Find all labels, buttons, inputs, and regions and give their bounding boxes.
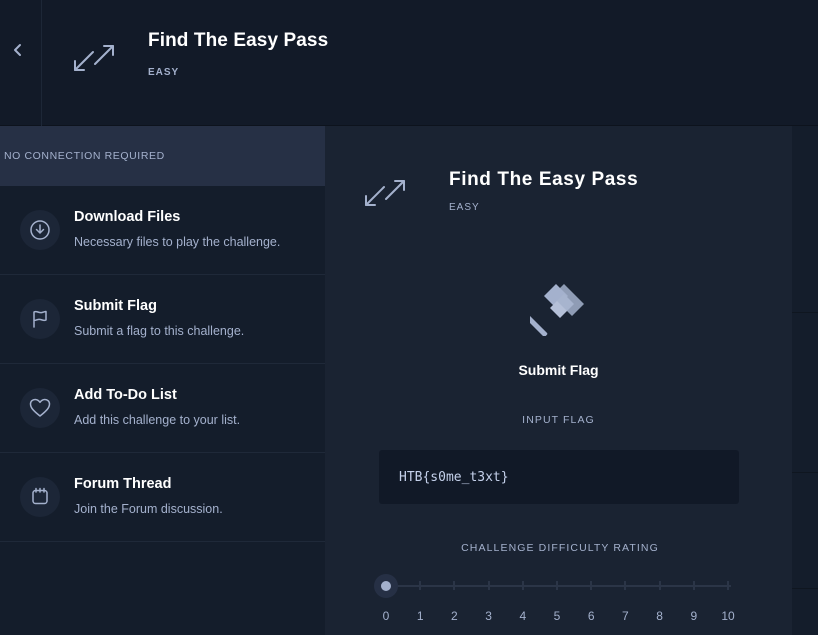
option-description: Join the Forum discussion. [74, 502, 223, 516]
difficulty-rating-slider[interactable]: 0 1 2 3 4 5 6 7 8 9 10 [374, 574, 735, 634]
option-title: Forum Thread [74, 476, 172, 492]
slider-scale-number: 10 [721, 609, 735, 623]
option-description: Necessary files to play the challenge. [74, 235, 281, 249]
difficulty-rating-label: CHALLENGE DIFFICULTY RATING [461, 542, 659, 554]
option-title: Submit Flag [74, 298, 157, 314]
download-icon [20, 210, 60, 250]
back-column [0, 0, 42, 126]
option-description: Submit a flag to this challenge. [74, 324, 245, 338]
right-edge-strip [792, 126, 818, 635]
add-todo-option[interactable]: Add To-Do List Add this challenge to you… [0, 364, 325, 453]
submit-flag-panel: Find The Easy Pass EASY Submit Flag INPU… [325, 126, 792, 635]
slider-tick [453, 581, 456, 590]
slider-scale-number: 7 [622, 609, 629, 623]
slider-scale-number: 5 [553, 609, 561, 623]
slider-scale-number: 3 [485, 609, 492, 623]
edge-divider [792, 588, 818, 589]
panel-title: Find The Easy Pass [449, 169, 639, 190]
slider-tick [590, 581, 593, 590]
forum-icon [20, 477, 60, 517]
slider-handle[interactable] [374, 574, 398, 598]
slider-handle-dot [381, 581, 391, 591]
slider-scale-number: 8 [656, 609, 663, 623]
input-flag-label: INPUT FLAG [522, 414, 595, 426]
edge-divider [792, 312, 818, 313]
challenge-actions-panel: NO CONNECTION REQUIRED Download Files Ne… [0, 126, 325, 635]
heart-icon [20, 388, 60, 428]
slider-tick [521, 581, 524, 590]
option-title: Download Files [74, 209, 181, 225]
slider-scale-number: 9 [690, 609, 698, 623]
flag-icon [20, 299, 60, 339]
reversing-arrows-icon [365, 180, 405, 206]
connection-status: NO CONNECTION REQUIRED [0, 126, 325, 186]
download-files-option[interactable]: Download Files Necessary files to play t… [0, 186, 325, 275]
slider-tick [419, 581, 422, 590]
slider-tick [556, 581, 558, 590]
slider-tick [727, 581, 729, 590]
submit-flag-heading: Submit Flag [518, 362, 599, 378]
back-button[interactable] [9, 41, 27, 59]
slider-tick [487, 581, 490, 590]
page-title: Find The Easy Pass [148, 30, 329, 51]
difficulty-label: EASY [148, 67, 180, 78]
challenge-header: Find The Easy Pass EASY [0, 0, 818, 126]
edge-divider [792, 472, 818, 473]
forum-thread-option[interactable]: Forum Thread Join the Forum discussion. [0, 453, 325, 542]
option-title: Add To-Do List [74, 387, 177, 403]
slider-track [386, 585, 731, 587]
slider-scale-number: 6 [587, 609, 595, 623]
option-description: Add this challenge to your list. [74, 413, 241, 427]
slider-scale-number: 1 [416, 609, 424, 623]
slider-scale-number: 4 [519, 609, 527, 623]
panel-difficulty: EASY [449, 202, 480, 213]
slider-scale-number: 0 [382, 609, 390, 623]
flag-input[interactable] [379, 450, 739, 504]
slider-tick [624, 581, 627, 590]
submit-flag-option[interactable]: Submit Flag Submit a flag to this challe… [0, 275, 325, 364]
chevron-left-icon [14, 44, 21, 56]
reversing-arrows-icon [74, 45, 114, 71]
slider-tick [658, 581, 661, 590]
flag-banner-icon [530, 284, 584, 336]
slider-scale-number: 2 [451, 609, 458, 623]
slider-tick [692, 581, 695, 590]
